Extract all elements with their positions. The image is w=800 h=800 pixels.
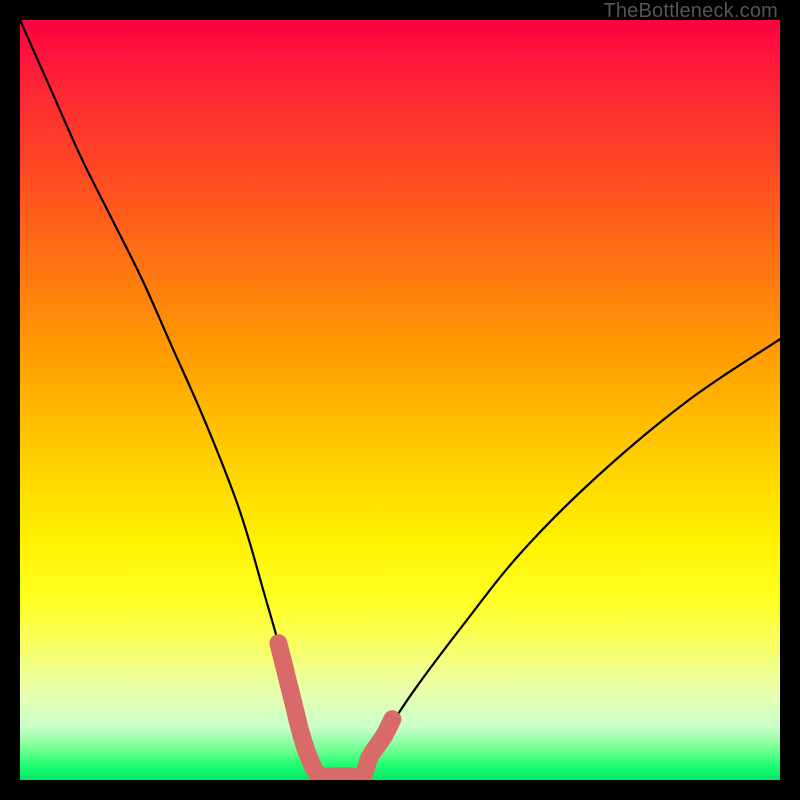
chart-frame: TheBottleneck.com	[0, 0, 800, 800]
plot-area	[20, 20, 780, 780]
valley-highlight	[278, 643, 392, 778]
bottleneck-curve	[20, 20, 780, 778]
chart-svg	[20, 20, 780, 780]
